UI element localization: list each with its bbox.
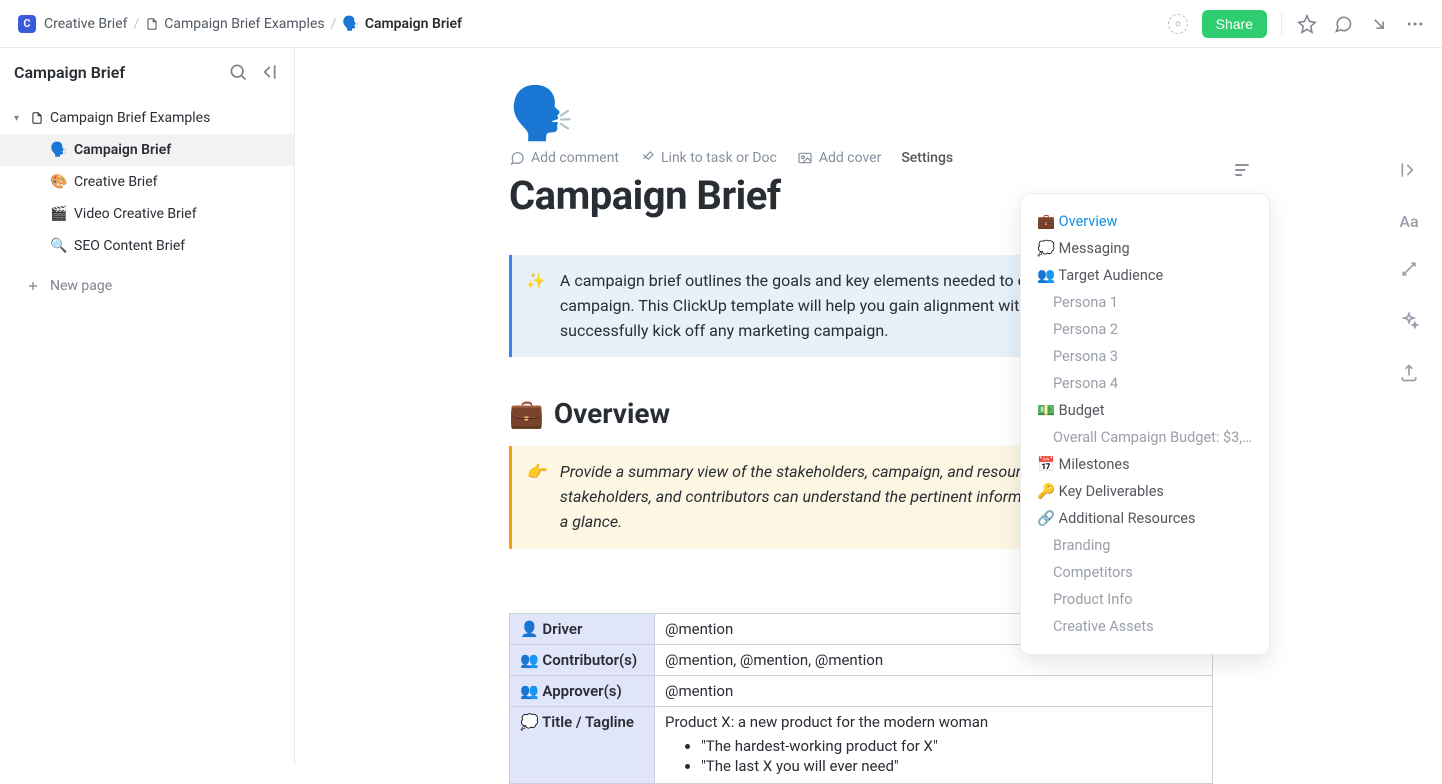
collapse-right-icon[interactable]: [1399, 160, 1419, 184]
export-icon[interactable]: [1399, 363, 1419, 387]
tree-root[interactable]: ▾ Campaign Brief Examples: [0, 102, 294, 134]
tree-item-creative-brief[interactable]: 🎨 Creative Brief: [0, 166, 294, 198]
settings-label: Settings: [901, 150, 953, 166]
sidebar-search-icon[interactable]: [228, 62, 248, 82]
caret-down-icon: ▾: [14, 113, 24, 124]
toc-item-milestones[interactable]: 📅 Milestones: [1037, 451, 1253, 478]
breadcrumb-mid[interactable]: Campaign Brief Examples: [145, 16, 324, 32]
tree-item-seo-brief[interactable]: 🔍 SEO Content Brief: [0, 230, 294, 262]
divider: [1281, 13, 1282, 35]
add-cover-label: Add cover: [819, 150, 881, 166]
tagline-item: "The hardest-working product for X": [701, 737, 1202, 755]
toc-item-product-info[interactable]: Product Info: [1037, 586, 1253, 613]
tree-item-label: SEO Content Brief: [74, 238, 185, 254]
tagline-item: "The last X you will ever need": [701, 757, 1202, 775]
toc-item-competitors[interactable]: Competitors: [1037, 559, 1253, 586]
new-page-label: New page: [50, 278, 112, 294]
toc-toggle-icon[interactable]: [1232, 160, 1252, 180]
share-button[interactable]: Share: [1202, 10, 1267, 38]
toc-item-creative-assets[interactable]: Creative Assets: [1037, 613, 1253, 640]
breadcrumb-current[interactable]: 🗣️ Campaign Brief: [342, 16, 462, 32]
breadcrumb: Creative Brief / Campaign Brief Examples…: [44, 16, 462, 32]
workspace-badge[interactable]: C: [18, 15, 36, 33]
breadcrumb-root[interactable]: Creative Brief: [44, 16, 128, 32]
toc-item-persona-3[interactable]: Persona 3: [1037, 343, 1253, 370]
toc-item-overview[interactable]: 💼 Overview: [1037, 208, 1253, 235]
title-tagline-label: 💭 Title / Tagline: [510, 706, 655, 783]
tree-item-label: Creative Brief: [74, 174, 158, 190]
wand-icon[interactable]: [1399, 259, 1419, 283]
tree-item-video-brief[interactable]: 🎬 Video Creative Brief: [0, 198, 294, 230]
toc-item-budget-amount[interactable]: Overall Campaign Budget: $3,…: [1037, 424, 1253, 451]
sidebar-collapse-icon[interactable]: [258, 62, 278, 82]
topbar: C Creative Brief / Campaign Brief Exampl…: [0, 0, 1442, 48]
tree-item-label: Video Creative Brief: [74, 206, 197, 222]
tree-item-label: Campaign Brief: [74, 142, 171, 158]
sidebar-title: Campaign Brief: [14, 63, 228, 82]
tree-item-emoji: 🎬: [50, 206, 68, 222]
doc-icon: [145, 17, 159, 31]
toc-item-resources[interactable]: 🔗 Additional Resources: [1037, 505, 1253, 532]
settings-button[interactable]: Settings: [901, 150, 953, 166]
breadcrumb-current-emoji: 🗣️: [342, 16, 359, 32]
overview-heading-text: Overview: [554, 397, 670, 430]
toc-item-persona-1[interactable]: Persona 1: [1037, 289, 1253, 316]
breadcrumb-sep: /: [331, 16, 337, 32]
plus-icon: [26, 279, 40, 293]
sidebar: Campaign Brief ▾ Campaign Brief Examples…: [0, 48, 295, 765]
main: 🗣️ Add comment Link to task or Doc Add c…: [295, 48, 1442, 765]
toc-item-persona-4[interactable]: Persona 4: [1037, 370, 1253, 397]
pointing-hand-icon: 👉: [526, 460, 546, 534]
sparkles-icon[interactable]: [1399, 311, 1419, 335]
toc-item-messaging[interactable]: 💭 Messaging: [1037, 235, 1253, 262]
tree-item-emoji: 🗣️: [50, 142, 68, 158]
contributors-label: 👥 Contributor(s): [510, 644, 655, 675]
approvers-value[interactable]: @mention: [655, 675, 1213, 706]
tree-item-emoji: 🔍: [50, 238, 68, 254]
arrow-down-right-icon[interactable]: [1368, 13, 1390, 35]
add-comment-button[interactable]: Add comment: [509, 150, 619, 166]
doc-emoji[interactable]: 🗣️: [509, 88, 1213, 140]
toc-item-target-audience[interactable]: 👥 Target Audience: [1037, 262, 1253, 289]
driver-label: 👤 Driver: [510, 613, 655, 644]
title-tagline-text: Product X: a new product for the modern …: [665, 713, 988, 731]
more-icon[interactable]: [1404, 13, 1426, 35]
table-of-contents: 💼 Overview 💭 Messaging 👥 Target Audience…: [1020, 193, 1270, 655]
right-rail: Aa: [1394, 160, 1424, 387]
add-cover-button[interactable]: Add cover: [797, 150, 881, 166]
toc-item-budget[interactable]: 💵 Budget: [1037, 397, 1253, 424]
table-row: 👥 Approver(s) @mention: [510, 675, 1213, 706]
approvers-label: 👥 Approver(s): [510, 675, 655, 706]
title-tagline-value[interactable]: Product X: a new product for the modern …: [655, 706, 1213, 783]
sidebar-tree: ▾ Campaign Brief Examples 🗣️ Campaign Br…: [0, 102, 294, 302]
typography-icon[interactable]: Aa: [1399, 212, 1418, 231]
add-comment-label: Add comment: [531, 150, 619, 166]
table-row: 💭 Title / Tagline Product X: a new produ…: [510, 706, 1213, 783]
breadcrumb-mid-label: Campaign Brief Examples: [164, 16, 324, 32]
breadcrumb-sep: /: [134, 16, 140, 32]
topbar-right: Share: [1168, 10, 1426, 38]
tree-item-emoji: 🎨: [50, 174, 68, 190]
tagline-list: "The hardest-working product for X" "The…: [701, 737, 1202, 775]
sync-icon[interactable]: [1168, 14, 1188, 34]
tree-item-campaign-brief[interactable]: 🗣️ Campaign Brief: [0, 134, 294, 166]
link-task-label: Link to task or Doc: [661, 150, 777, 166]
doc-actions: Add comment Link to task or Doc Add cove…: [509, 150, 1213, 166]
link-task-button[interactable]: Link to task or Doc: [639, 150, 777, 166]
toc-item-persona-2[interactable]: Persona 2: [1037, 316, 1253, 343]
toc-item-branding[interactable]: Branding: [1037, 532, 1253, 559]
favorite-icon[interactable]: [1296, 13, 1318, 35]
sidebar-header: Campaign Brief: [0, 62, 294, 96]
sparkle-icon: ✨: [526, 269, 546, 343]
comments-icon[interactable]: [1332, 13, 1354, 35]
breadcrumb-current-label: Campaign Brief: [365, 16, 462, 32]
doc-icon: [30, 111, 44, 125]
tree-root-label: Campaign Brief Examples: [50, 110, 210, 126]
briefcase-icon: 💼: [509, 397, 544, 430]
new-page-button[interactable]: New page: [0, 270, 294, 302]
toc-item-deliverables[interactable]: 🔑 Key Deliverables: [1037, 478, 1253, 505]
